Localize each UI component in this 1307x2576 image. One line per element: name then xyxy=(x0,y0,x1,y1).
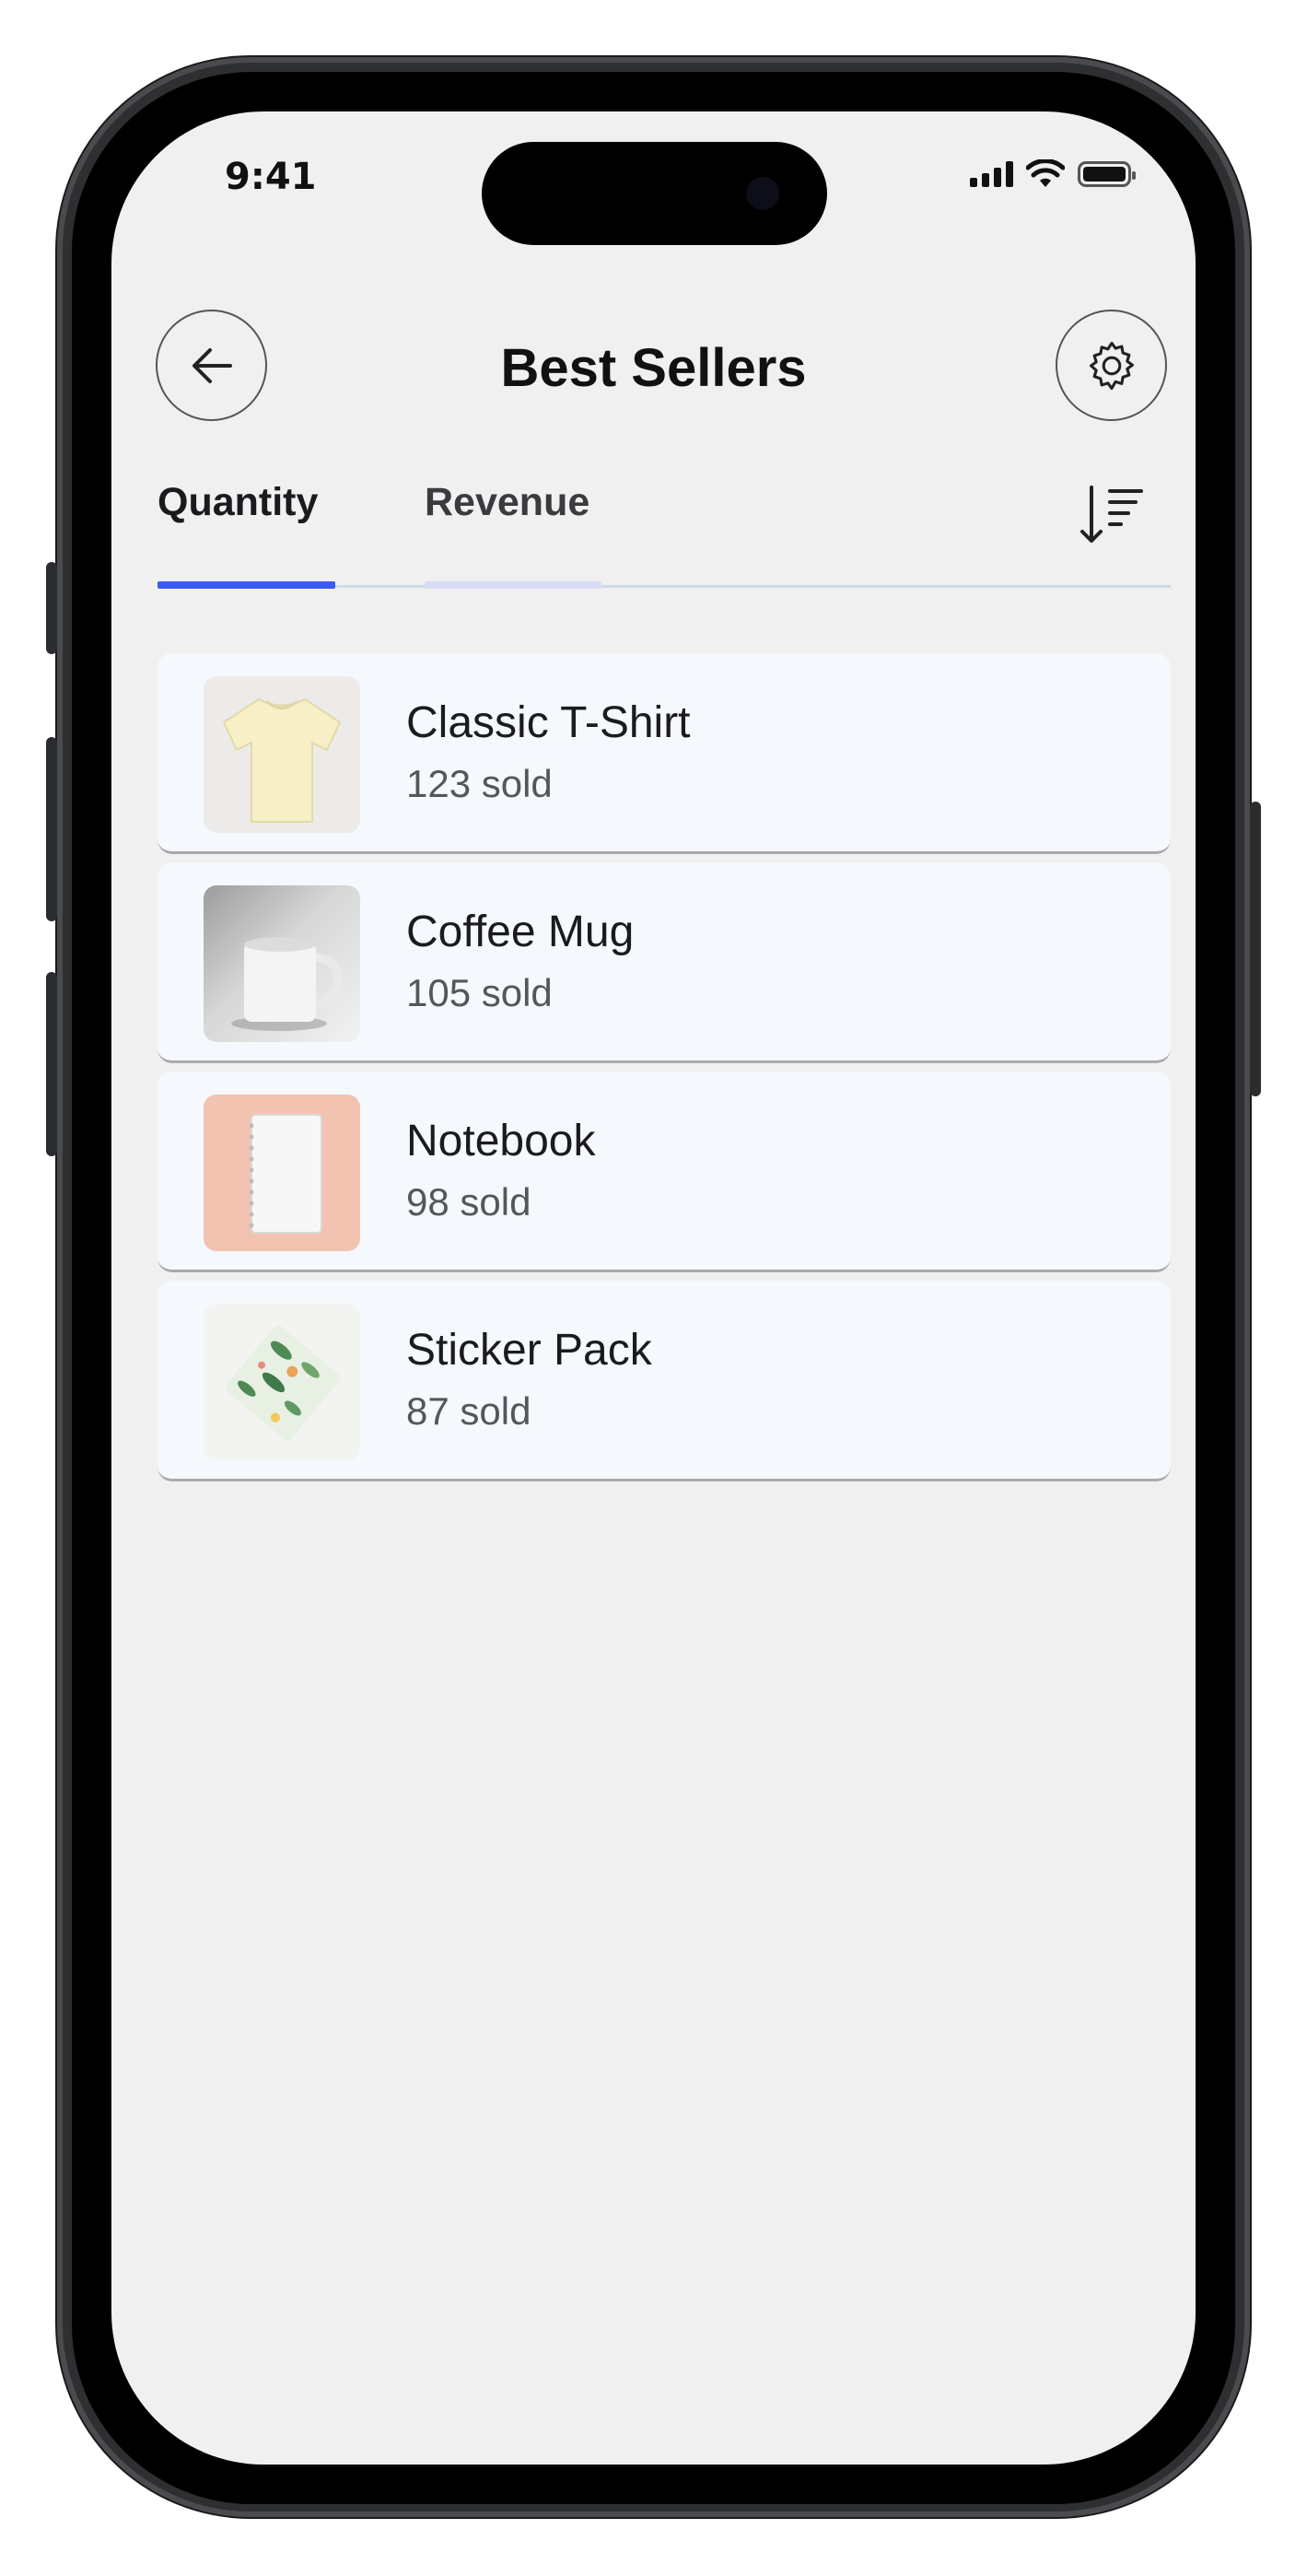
screen: 9:41 Best Sellers Quantity Revenue Class… xyxy=(111,111,1196,2465)
action-button xyxy=(46,562,57,654)
item-sold-count: 105 sold xyxy=(406,971,553,1014)
tshirt-image xyxy=(204,676,360,833)
page-title: Best Sellers xyxy=(500,338,807,398)
item-name: Notebook xyxy=(406,1117,596,1165)
power-button xyxy=(1250,802,1261,1096)
item-name: Classic T-Shirt xyxy=(406,698,691,747)
settings-button[interactable] xyxy=(1056,310,1167,421)
tab-revenue-indicator xyxy=(425,581,601,589)
camera-icon xyxy=(746,177,779,210)
battery-icon xyxy=(1078,161,1136,187)
item-sold-count: 98 sold xyxy=(406,1180,531,1224)
best-sellers-list: Classic T-Shirt 123 sold Coffee Mug 105 … xyxy=(158,653,1171,1490)
list-item[interactable]: Classic T-Shirt 123 sold xyxy=(158,653,1171,854)
status-icons xyxy=(970,159,1136,189)
dynamic-island xyxy=(482,142,827,245)
volume-up-button xyxy=(46,737,57,921)
sort-descending-icon xyxy=(1080,486,1143,543)
signal-icon xyxy=(970,161,1013,187)
list-item[interactable]: Coffee Mug 105 sold xyxy=(158,862,1171,1063)
item-name: Sticker Pack xyxy=(406,1326,652,1375)
tab-revenue[interactable]: Revenue xyxy=(425,480,589,525)
item-sold-count: 123 sold xyxy=(406,762,553,805)
list-item[interactable]: Notebook 98 sold xyxy=(158,1071,1171,1272)
gear-icon xyxy=(1089,341,1134,390)
mug-image xyxy=(204,885,360,1042)
status-time: 9:41 xyxy=(225,156,317,198)
tab-bar: Quantity Revenue xyxy=(158,480,1171,591)
sort-button[interactable] xyxy=(1079,480,1152,554)
notebook-image xyxy=(204,1095,360,1251)
item-name: Coffee Mug xyxy=(406,907,635,956)
item-sold-count: 87 sold xyxy=(406,1389,531,1433)
sticker-pack-image xyxy=(204,1304,360,1460)
list-item[interactable]: Sticker Pack 87 sold xyxy=(158,1281,1171,1481)
tab-quantity[interactable]: Quantity xyxy=(158,480,318,525)
wifi-icon xyxy=(1026,159,1065,187)
volume-down-button xyxy=(46,972,57,1156)
tab-quantity-indicator xyxy=(158,581,335,589)
